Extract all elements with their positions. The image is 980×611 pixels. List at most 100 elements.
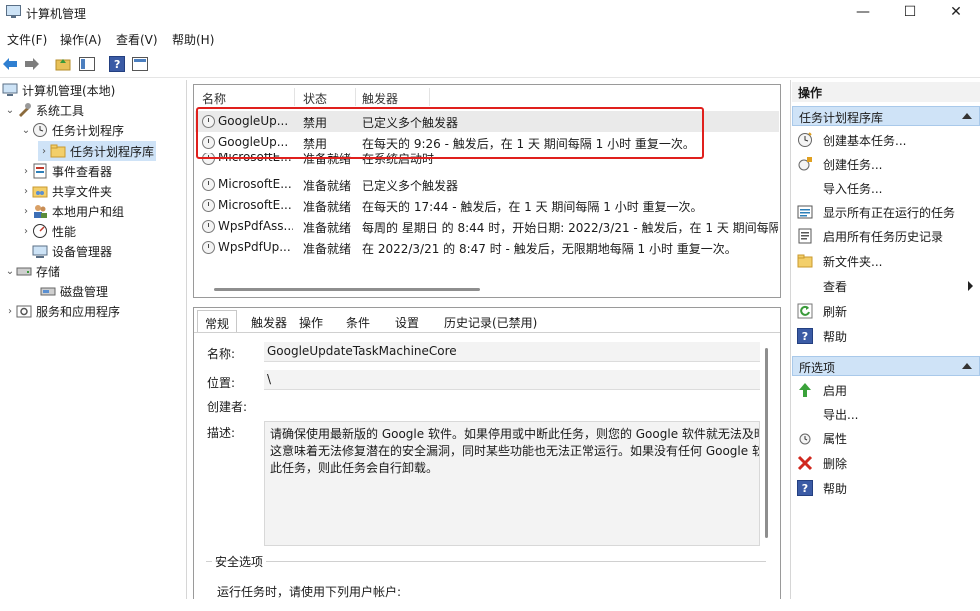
column-header-status[interactable]: 状态 — [303, 90, 327, 107]
submenu-arrow-icon — [968, 281, 973, 291]
tree-item-root[interactable]: 计算机管理(本地) — [2, 80, 115, 100]
action-create-task[interactable]: 创建任务... — [797, 153, 882, 175]
minimize-button[interactable]: — — [840, 0, 886, 24]
action-show-running-tasks[interactable]: 显示所有正在运行的任务 — [797, 201, 955, 223]
chevron-right-icon[interactable]: › — [20, 166, 32, 177]
task-clock-icon — [202, 178, 215, 191]
task-name: WpsPdfUp... — [218, 240, 291, 254]
menu-view[interactable]: 查看(V) — [116, 31, 158, 48]
tree-item-system-tools[interactable]: ⌄ 系统工具 — [4, 100, 84, 120]
services-icon — [16, 303, 32, 319]
back-arrow-icon[interactable] — [0, 54, 20, 74]
chevron-right-icon[interactable]: › — [20, 226, 32, 237]
toolbar: ? — [0, 51, 980, 78]
action-new-folder[interactable]: 新文件夹... — [797, 250, 882, 272]
action-help-selected[interactable]: ? 帮助 — [797, 477, 847, 499]
task-status: 准备就绪 — [303, 153, 352, 166]
table-row[interactable]: MicrosoftE... 准备就绪 已定义多个触发器 — [195, 174, 779, 195]
table-row[interactable]: WpsPdfUp... 准备就绪 在 2022/3/21 的 8:47 时 - … — [195, 237, 779, 258]
device-manager-icon — [32, 243, 48, 259]
tab-triggers[interactable]: 触发器 — [244, 310, 294, 332]
chevron-down-icon[interactable]: ⌄ — [4, 266, 16, 277]
column-header-trigger[interactable]: 触发器 — [362, 90, 398, 107]
task-status: 准备就绪 — [303, 200, 352, 214]
chevron-right-icon[interactable]: › — [20, 186, 32, 197]
collapse-icon[interactable] — [962, 363, 972, 369]
maximize-button[interactable]: ☐ — [887, 0, 933, 24]
tab-conditions[interactable]: 条件 — [339, 310, 377, 332]
action-help[interactable]: ? 帮助 — [797, 325, 847, 347]
table-row[interactable]: MicrosoftE... 准备就绪 在系统启动时 — [195, 153, 779, 169]
vertical-scrollbar[interactable] — [765, 348, 768, 538]
task-trigger: 已定义多个触发器 — [362, 116, 459, 130]
close-button[interactable]: ✕ — [933, 0, 979, 24]
tree-item-task-library[interactable]: › 任务计划程序库 — [38, 141, 157, 161]
tree-item-performance[interactable]: › 性能 — [20, 221, 76, 241]
svg-text:?: ? — [114, 58, 120, 71]
table-row[interactable]: WpsPdfAss... 准备就绪 每周的 星期日 的 8:44 时，开始日期:… — [195, 216, 779, 237]
tree-item-disk-management[interactable]: 磁盘管理 — [40, 281, 108, 301]
menu-file[interactable]: 文件(F) — [7, 31, 47, 48]
name-field[interactable]: GoogleUpdateTaskMachineCore — [264, 342, 760, 362]
tab-general[interactable]: 常规 — [197, 310, 238, 332]
tree-label: 共享文件夹 — [52, 184, 113, 199]
tree-label: 任务计划程序 — [52, 123, 125, 138]
action-enable-history[interactable]: 启用所有任务历史记录 — [797, 225, 943, 247]
menu-help[interactable]: 帮助(H) — [172, 31, 214, 48]
tree-label: 服务和应用程序 — [36, 304, 121, 319]
action-label: 创建任务... — [823, 157, 883, 172]
horizontal-scrollbar[interactable] — [214, 288, 480, 291]
collapse-icon[interactable] — [962, 113, 972, 119]
action-refresh[interactable]: 刷新 — [797, 300, 847, 322]
task-detail-panel: 常规 触发器 操作 条件 设置 历史记录(已禁用) 名称: GoogleUpda… — [193, 307, 781, 599]
tab-settings[interactable]: 设置 — [388, 310, 426, 332]
task-name: MicrosoftE... — [218, 153, 292, 164]
action-create-basic-task[interactable]: 创建基本任务... — [797, 129, 906, 151]
navigation-tree: 计算机管理(本地) ⌄ 系统工具 ⌄ 任务计划程序 › 任务计划程序库 › 事件… — [0, 80, 187, 599]
task-list: 名称 状态 触发器 GoogleUp... 禁用 已定义多个触发器 Google… — [193, 84, 781, 298]
tab-history[interactable]: 历史记录(已禁用) — [437, 310, 544, 332]
tab-actions[interactable]: 操作 — [292, 310, 330, 332]
action-export[interactable]: 导出... — [797, 403, 858, 425]
running-tasks-icon — [797, 204, 813, 220]
show-hide-action-pane-icon[interactable] — [130, 54, 150, 74]
action-delete[interactable]: 删除 — [797, 452, 847, 474]
tree-label: 磁盘管理 — [60, 284, 109, 299]
menu-action[interactable]: 操作(A) — [60, 31, 102, 48]
table-row[interactable]: GoogleUp... 禁用 已定义多个触发器 — [195, 111, 779, 132]
tree-item-task-scheduler[interactable]: ⌄ 任务计划程序 — [20, 120, 124, 140]
tree-item-device-manager[interactable]: 设备管理器 — [32, 241, 112, 261]
tree-item-local-users[interactable]: › 本地用户和组 — [20, 201, 124, 221]
help-icon[interactable]: ? — [107, 54, 127, 74]
action-properties[interactable]: 属性 — [797, 427, 847, 449]
show-hide-tree-icon[interactable] — [77, 54, 97, 74]
chevron-right-icon[interactable]: › — [4, 306, 16, 317]
column-header-name[interactable]: 名称 — [202, 90, 226, 107]
action-enable[interactable]: 启用 — [797, 379, 847, 401]
up-folder-icon[interactable] — [53, 54, 73, 74]
chevron-down-icon[interactable]: ⌄ — [20, 125, 32, 136]
tree-item-event-viewer[interactable]: › 事件查看器 — [20, 161, 112, 181]
action-import-task[interactable]: 导入任务... — [797, 177, 882, 199]
tree-item-storage[interactable]: ⌄ 存储 — [4, 261, 60, 281]
action-label: 删除 — [823, 456, 848, 471]
actions-header: 操作 — [792, 82, 980, 102]
action-view[interactable]: 查看 — [797, 275, 973, 297]
description-line: 此任务，则此任务会自行卸载。 — [270, 461, 439, 475]
chevron-right-icon[interactable]: › — [20, 206, 32, 217]
action-label: 新文件夹... — [823, 254, 883, 269]
tree-item-services[interactable]: › 服务和应用程序 — [4, 301, 120, 321]
section-selected-item[interactable]: 所选项 — [792, 356, 980, 376]
forward-arrow-icon[interactable] — [22, 54, 42, 74]
section-label: 任务计划程序库 — [799, 111, 884, 125]
tree-item-shared-folders[interactable]: › 共享文件夹 — [20, 181, 112, 201]
actions-pane: 操作 任务计划程序库 创建基本任务... 创建任务... 导入任务... 显示所… — [790, 80, 980, 599]
section-task-library[interactable]: 任务计划程序库 — [792, 106, 980, 126]
chevron-right-icon[interactable]: › — [38, 146, 50, 157]
chevron-down-icon[interactable]: ⌄ — [4, 105, 16, 116]
description-field[interactable]: 请确保使用最新版的 Google 软件。如果停用或中断此任务，则您的 Googl… — [264, 421, 760, 546]
help-icon: ? — [797, 480, 813, 496]
location-field[interactable]: \ — [264, 370, 760, 390]
table-row[interactable]: MicrosoftE... 准备就绪 在每天的 17:44 - 触发后，在 1 … — [195, 195, 779, 216]
table-row[interactable]: GoogleUp... 禁用 在每天的 9:26 - 触发后，在 1 天 期间每… — [195, 132, 779, 153]
